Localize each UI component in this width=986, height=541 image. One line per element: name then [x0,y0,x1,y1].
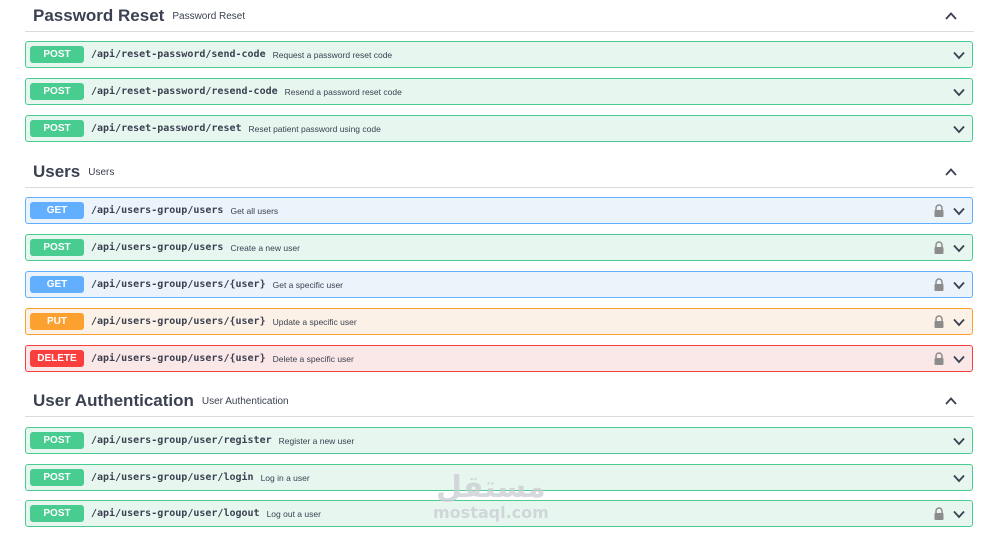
section-header[interactable]: User Authentication User Authentication [25,385,974,417]
operation-path: /api/users-group/user/register [91,435,272,446]
method-badge: POST [30,432,84,449]
operation-path: /api/users-group/user/logout [91,508,260,519]
method-badge: GET [30,202,84,219]
lock-icon[interactable] [933,204,945,218]
operation-row[interactable]: GET /api/users-group/users Get all users [25,197,973,224]
operation-row[interactable]: GET /api/users-group/users/{user} Get a … [25,271,973,298]
operation-row[interactable]: PUT /api/users-group/users/{user} Update… [25,308,973,335]
operation-path: /api/reset-password/resend-code [91,86,278,97]
chevron-down-icon[interactable] [952,507,966,521]
chevron-down-icon[interactable] [952,434,966,448]
operation-row[interactable]: POST /api/users-group/user/register Regi… [25,427,973,454]
tag-section-users: Users Users GET /api/users-group/users G… [25,156,974,372]
method-badge: POST [30,505,84,522]
chevron-down-icon[interactable] [952,352,966,366]
tag-section-user-authentication: User Authentication User Authentication … [25,385,974,527]
watermark-latin: mostaql.com [433,503,549,522]
operation-row[interactable]: POST /api/reset-password/reset Reset pat… [25,115,973,142]
section-header[interactable]: Users Users [25,156,974,188]
chevron-down-icon[interactable] [952,48,966,62]
chevron-down-icon[interactable] [952,315,966,329]
chevron-down-icon[interactable] [952,241,966,255]
method-badge: DELETE [30,350,84,367]
method-badge: POST [30,46,84,63]
operation-path: /api/reset-password/send-code [91,49,266,60]
lock-icon[interactable] [933,507,945,521]
operation-row[interactable]: DELETE /api/users-group/users/{user} Del… [25,345,973,372]
chevron-up-icon[interactable] [944,165,958,179]
operation-path: /api/users-group/users/{user} [91,279,266,290]
operation-row[interactable]: POST /api/reset-password/send-code Reque… [25,41,973,68]
operation-summary: Update a specific user [272,316,357,327]
section-title: User Authentication [33,390,194,410]
chevron-up-icon[interactable] [944,394,958,408]
operation-row[interactable]: POST /api/users-group/users Create a new… [25,234,973,261]
method-badge: POST [30,83,84,100]
operation-summary: Log in a user [260,472,310,483]
chevron-down-icon[interactable] [952,85,966,99]
method-badge: POST [30,469,84,486]
chevron-down-icon[interactable] [952,471,966,485]
lock-icon[interactable] [933,278,945,292]
tag-section-password-reset: Password Reset Password Reset POST /api/… [25,0,974,142]
method-badge: POST [30,120,84,137]
operation-path: /api/users-group/users/{user} [91,353,266,364]
section-description: Users [88,167,115,178]
section-description: Password Reset [172,11,246,22]
section-header[interactable]: Password Reset Password Reset [25,0,974,32]
chevron-down-icon[interactable] [952,278,966,292]
operation-path: /api/users-group/users/{user} [91,316,266,327]
operation-summary: Delete a specific user [272,353,354,364]
operation-summary: Request a password reset code [272,49,393,60]
operation-path: /api/reset-password/reset [91,123,242,134]
operation-summary: Get a specific user [272,279,343,290]
operation-summary: Reset patient password using code [248,123,381,134]
lock-icon[interactable] [933,241,945,255]
lock-icon[interactable] [933,352,945,366]
operation-summary: Register a new user [278,435,355,446]
operation-summary: Create a new user [230,242,300,253]
watermark: مستقل mostaql.com [433,472,549,522]
method-badge: POST [30,239,84,256]
chevron-up-icon[interactable] [944,9,958,23]
operation-row[interactable]: POST /api/reset-password/resend-code Res… [25,78,973,105]
chevron-down-icon[interactable] [952,122,966,136]
chevron-down-icon[interactable] [952,204,966,218]
operation-summary: Log out a user [266,508,321,519]
section-title: Users [33,161,81,181]
method-badge: GET [30,276,84,293]
watermark-arabic: مستقل [436,470,546,505]
operation-summary: Resend a password reset code [284,86,402,97]
lock-icon[interactable] [933,315,945,329]
operation-summary: Get all users [230,205,279,216]
operation-path: /api/users-group/user/login [91,472,254,483]
section-title: Password Reset [33,5,165,25]
section-description: User Authentication [201,396,289,407]
operation-path: /api/users-group/users [91,242,224,253]
operation-path: /api/users-group/users [91,205,224,216]
method-badge: PUT [30,313,84,330]
